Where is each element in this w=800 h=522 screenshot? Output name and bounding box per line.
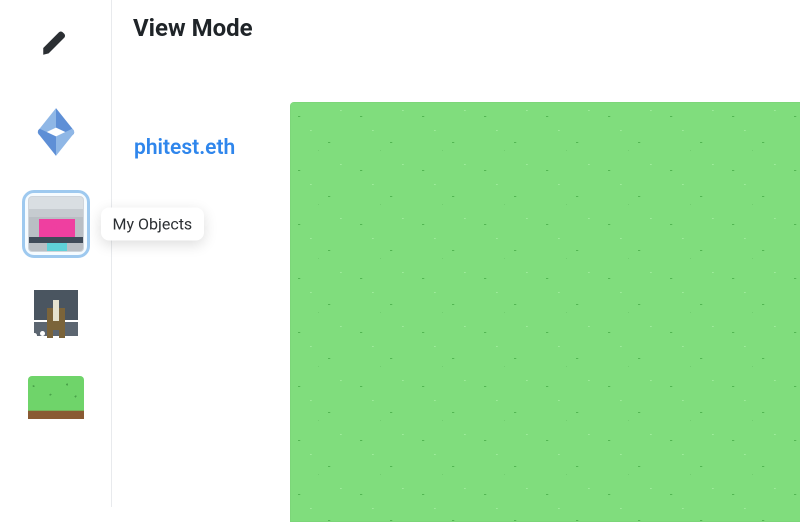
sidebar: My Objects [0,0,112,507]
grass-texture [290,102,800,522]
page-title: View Mode [133,14,253,42]
my-objects-button[interactable]: My Objects [22,190,90,258]
land-canvas[interactable] [290,102,800,522]
object-grass-button[interactable] [22,370,90,438]
ens-icon [34,106,78,162]
land-name-text: phitest.eth [134,136,235,160]
grass-block-icon [28,376,84,432]
edit-mode-button[interactable] [22,10,90,78]
gravestone-icon [28,286,84,342]
object-grave-button[interactable] [22,280,90,348]
land-name-link[interactable]: phitest.eth [134,136,235,160]
page-title-text: View Mode [133,14,253,42]
my-objects-tooltip: My Objects [101,208,205,241]
tooltip-label: My Objects [113,215,193,234]
pencil-icon [39,25,73,63]
ens-button[interactable] [22,100,90,168]
unicorn-store-icon [28,196,84,252]
